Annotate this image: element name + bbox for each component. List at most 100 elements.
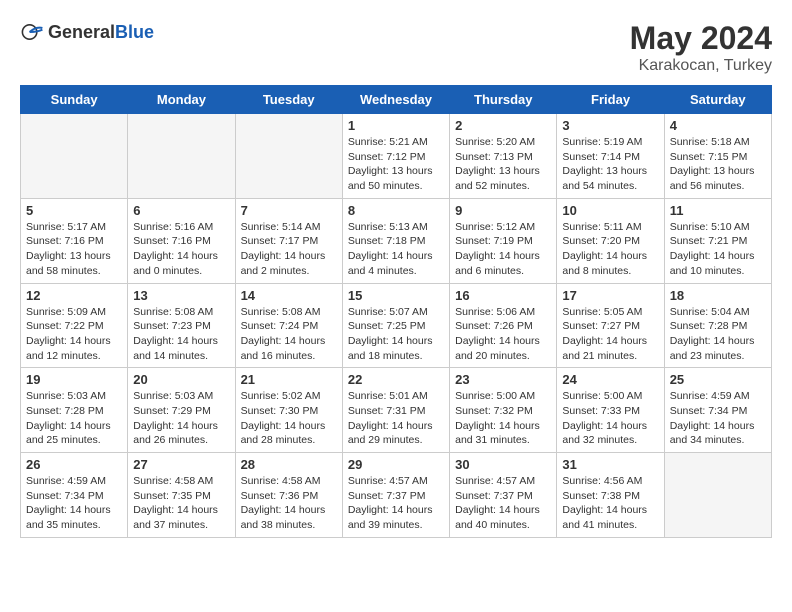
day-number: 24	[562, 372, 658, 387]
calendar-cell: 14 Sunrise: 5:08 AM Sunset: 7:24 PM Dayli…	[235, 283, 342, 368]
calendar-cell: 15 Sunrise: 5:07 AM Sunset: 7:25 PM Dayli…	[342, 283, 449, 368]
calendar-cell: 30 Sunrise: 4:57 AM Sunset: 7:37 PM Dayli…	[450, 453, 557, 538]
calendar-cell: 13Sunrise: 5:08 AM Sunset: 7:23 PM Dayli…	[128, 283, 235, 368]
calendar-cell: 20Sunrise: 5:03 AM Sunset: 7:29 PM Dayli…	[128, 368, 235, 453]
header-cell-saturday: Saturday	[664, 86, 771, 114]
day-info: Sunrise: 5:00 AM Sunset: 7:32 PM Dayligh…	[455, 389, 551, 448]
calendar-body: 1 Sunrise: 5:21 AM Sunset: 7:12 PM Daylig…	[21, 114, 772, 538]
week-row-4: 19 Sunrise: 5:03 AM Sunset: 7:28 PM Dayli…	[21, 368, 772, 453]
logo-general: General	[48, 22, 115, 42]
calendar-cell	[128, 114, 235, 199]
calendar-cell: 8Sunrise: 5:13 AM Sunset: 7:18 PM Daylig…	[342, 198, 449, 283]
header-cell-friday: Friday	[557, 86, 664, 114]
day-number: 8	[348, 203, 444, 218]
day-number: 12	[26, 288, 122, 303]
day-number: 7	[241, 203, 337, 218]
calendar-cell: 25Sunrise: 4:59 AM Sunset: 7:34 PM Dayli…	[664, 368, 771, 453]
header-cell-wednesday: Wednesday	[342, 86, 449, 114]
calendar-subtitle: Karakocan, Turkey	[630, 57, 772, 75]
calendar-cell	[235, 114, 342, 199]
day-number: 15	[348, 288, 444, 303]
day-info: Sunrise: 5:20 AM Sunset: 7:13 PM Dayligh…	[455, 135, 551, 194]
calendar-cell: 22 Sunrise: 5:01 AM Sunset: 7:31 PM Dayli…	[342, 368, 449, 453]
header: GeneralBlue May 2024 Karakocan, Turkey	[20, 20, 772, 75]
week-row-3: 12 Sunrise: 5:09 AM Sunset: 7:22 PM Dayli…	[21, 283, 772, 368]
day-info: Sunrise: 5:09 AM Sunset: 7:22 PM Dayligh…	[26, 305, 122, 364]
day-info: Sunrise: 5:11 AM Sunset: 7:20 PM Dayligh…	[562, 220, 658, 279]
day-number: 23	[455, 372, 551, 387]
day-info: Sunrise: 5:16 AM Sunset: 7:16 PM Dayligh…	[133, 220, 229, 279]
day-info: Sunrise: 4:59 AM Sunset: 7:34 PM Dayligh…	[26, 474, 122, 533]
calendar-cell: 1 Sunrise: 5:21 AM Sunset: 7:12 PM Daylig…	[342, 114, 449, 199]
calendar-cell: 2 Sunrise: 5:20 AM Sunset: 7:13 PM Daylig…	[450, 114, 557, 199]
logo-text: GeneralBlue	[48, 22, 154, 43]
logo-icon	[20, 20, 44, 44]
calendar-cell: 4Sunrise: 5:18 AM Sunset: 7:15 PM Daylig…	[664, 114, 771, 199]
calendar-cell: 31 Sunrise: 4:56 AM Sunset: 7:38 PM Dayli…	[557, 453, 664, 538]
day-number: 4	[670, 118, 766, 133]
day-number: 27	[133, 457, 229, 472]
title-area: May 2024 Karakocan, Turkey	[630, 20, 772, 75]
calendar-cell	[664, 453, 771, 538]
day-number: 21	[241, 372, 337, 387]
day-number: 28	[241, 457, 337, 472]
calendar-title: May 2024	[630, 20, 772, 57]
day-number: 30	[455, 457, 551, 472]
week-row-5: 26Sunrise: 4:59 AM Sunset: 7:34 PM Dayli…	[21, 453, 772, 538]
logo-blue: Blue	[115, 22, 154, 42]
calendar-cell: 21 Sunrise: 5:02 AM Sunset: 7:30 PM Dayli…	[235, 368, 342, 453]
day-number: 29	[348, 457, 444, 472]
calendar-cell: 19 Sunrise: 5:03 AM Sunset: 7:28 PM Dayli…	[21, 368, 128, 453]
calendar-header: SundayMondayTuesdayWednesdayThursdayFrid…	[21, 86, 772, 114]
calendar-cell: 16 Sunrise: 5:06 AM Sunset: 7:26 PM Dayli…	[450, 283, 557, 368]
day-info: Sunrise: 5:02 AM Sunset: 7:30 PM Dayligh…	[241, 389, 337, 448]
calendar-cell: 7 Sunrise: 5:14 AM Sunset: 7:17 PM Daylig…	[235, 198, 342, 283]
day-info: Sunrise: 5:21 AM Sunset: 7:12 PM Dayligh…	[348, 135, 444, 194]
day-info: Sunrise: 4:56 AM Sunset: 7:38 PM Dayligh…	[562, 474, 658, 533]
day-number: 6	[133, 203, 229, 218]
logo: GeneralBlue	[20, 20, 154, 44]
day-info: Sunrise: 5:00 AM Sunset: 7:33 PM Dayligh…	[562, 389, 658, 448]
day-info: Sunrise: 5:06 AM Sunset: 7:26 PM Dayligh…	[455, 305, 551, 364]
day-info: Sunrise: 5:14 AM Sunset: 7:17 PM Dayligh…	[241, 220, 337, 279]
calendar-cell: 23 Sunrise: 5:00 AM Sunset: 7:32 PM Dayli…	[450, 368, 557, 453]
header-cell-tuesday: Tuesday	[235, 86, 342, 114]
calendar-cell	[21, 114, 128, 199]
day-info: Sunrise: 4:58 AM Sunset: 7:35 PM Dayligh…	[133, 474, 229, 533]
day-number: 18	[670, 288, 766, 303]
day-info: Sunrise: 5:08 AM Sunset: 7:24 PM Dayligh…	[241, 305, 337, 364]
day-number: 3	[562, 118, 658, 133]
day-number: 19	[26, 372, 122, 387]
day-info: Sunrise: 5:19 AM Sunset: 7:14 PM Dayligh…	[562, 135, 658, 194]
week-row-1: 1 Sunrise: 5:21 AM Sunset: 7:12 PM Daylig…	[21, 114, 772, 199]
day-info: Sunrise: 5:01 AM Sunset: 7:31 PM Dayligh…	[348, 389, 444, 448]
day-number: 14	[241, 288, 337, 303]
day-info: Sunrise: 5:08 AM Sunset: 7:23 PM Dayligh…	[133, 305, 229, 364]
calendar-cell: 11Sunrise: 5:10 AM Sunset: 7:21 PM Dayli…	[664, 198, 771, 283]
day-info: Sunrise: 5:03 AM Sunset: 7:28 PM Dayligh…	[26, 389, 122, 448]
header-cell-thursday: Thursday	[450, 86, 557, 114]
day-number: 16	[455, 288, 551, 303]
header-cell-monday: Monday	[128, 86, 235, 114]
calendar-cell: 24 Sunrise: 5:00 AM Sunset: 7:33 PM Dayli…	[557, 368, 664, 453]
day-number: 1	[348, 118, 444, 133]
day-number: 10	[562, 203, 658, 218]
day-info: Sunrise: 4:57 AM Sunset: 7:37 PM Dayligh…	[455, 474, 551, 533]
day-number: 22	[348, 372, 444, 387]
calendar-cell: 5 Sunrise: 5:17 AM Sunset: 7:16 PM Daylig…	[21, 198, 128, 283]
day-info: Sunrise: 5:12 AM Sunset: 7:19 PM Dayligh…	[455, 220, 551, 279]
day-info: Sunrise: 5:17 AM Sunset: 7:16 PM Dayligh…	[26, 220, 122, 279]
day-info: Sunrise: 5:05 AM Sunset: 7:27 PM Dayligh…	[562, 305, 658, 364]
day-info: Sunrise: 5:07 AM Sunset: 7:25 PM Dayligh…	[348, 305, 444, 364]
calendar-cell: 18Sunrise: 5:04 AM Sunset: 7:28 PM Dayli…	[664, 283, 771, 368]
day-number: 20	[133, 372, 229, 387]
day-number: 9	[455, 203, 551, 218]
day-number: 31	[562, 457, 658, 472]
calendar-cell: 3 Sunrise: 5:19 AM Sunset: 7:14 PM Daylig…	[557, 114, 664, 199]
header-row: SundayMondayTuesdayWednesdayThursdayFrid…	[21, 86, 772, 114]
day-info: Sunrise: 4:57 AM Sunset: 7:37 PM Dayligh…	[348, 474, 444, 533]
calendar-cell: 6 Sunrise: 5:16 AM Sunset: 7:16 PM Daylig…	[128, 198, 235, 283]
calendar-cell: 27 Sunrise: 4:58 AM Sunset: 7:35 PM Dayli…	[128, 453, 235, 538]
day-number: 5	[26, 203, 122, 218]
day-number: 2	[455, 118, 551, 133]
